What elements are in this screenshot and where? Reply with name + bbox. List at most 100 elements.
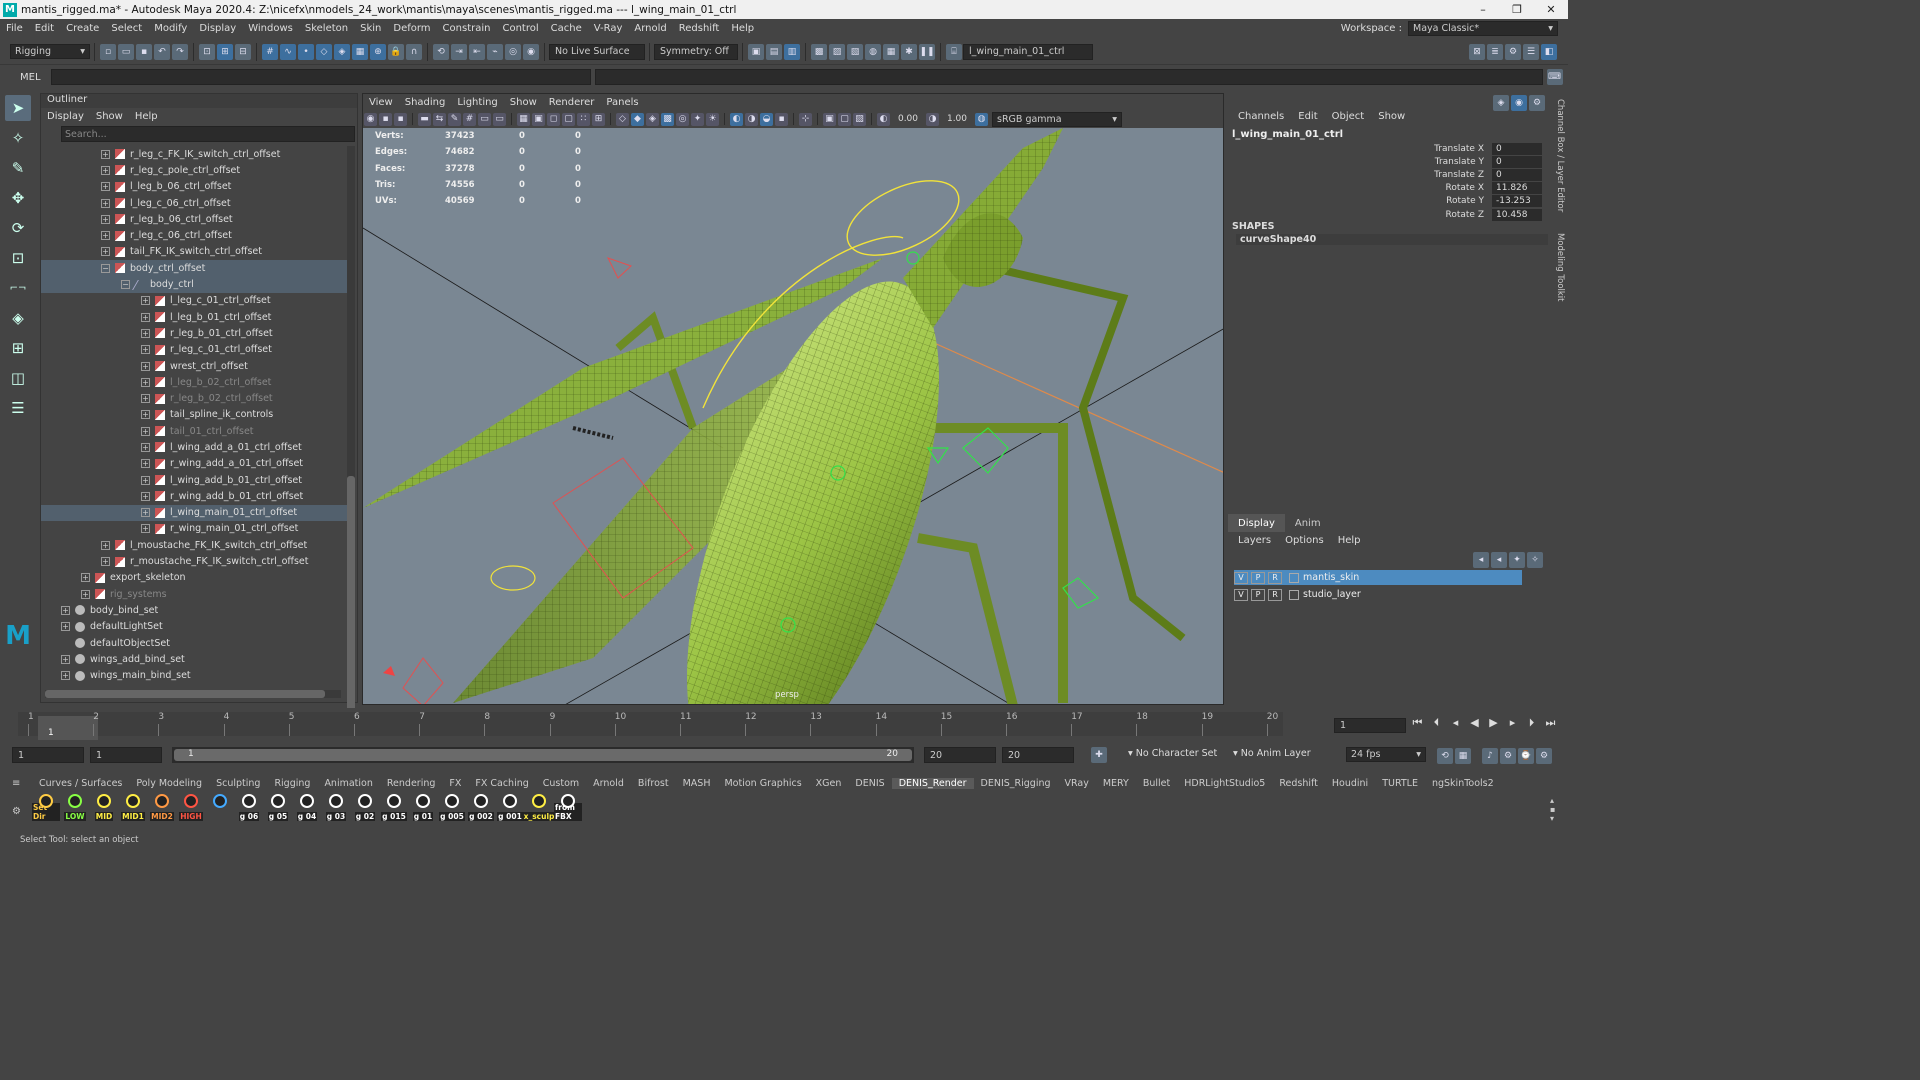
expand-icon[interactable]: + [141, 394, 150, 404]
display-layer-row[interactable]: V P Rstudio_layer [1234, 587, 1522, 602]
playback-start-field[interactable]: 1 [90, 747, 162, 763]
outliner-row[interactable]: + wings_main_bind_set [41, 668, 347, 684]
settings-icon[interactable]: ⚙ [1529, 95, 1545, 111]
viewport-menu-lighting[interactable]: Lighting [457, 97, 497, 108]
undo-icon[interactable]: ↶ [154, 43, 170, 60]
collapse-icon[interactable]: − [121, 280, 130, 290]
use-lights-icon[interactable]: ☀ [706, 112, 719, 126]
smooth-shade-icon[interactable]: ▣ [532, 112, 545, 126]
animation-end-field[interactable]: 20 [1002, 747, 1074, 763]
channel-attr-name[interactable]: Translate Y [1232, 157, 1492, 167]
outliner-row[interactable]: + r_moustache_FK_IK_switch_ctrl_offset [41, 553, 347, 569]
expand-icon[interactable]: + [61, 622, 70, 632]
outliner-row[interactable]: + r_leg_c_FK_IK_switch_ctrl_offset [41, 146, 347, 162]
input-field-icon[interactable]: ⌸ [946, 43, 962, 60]
expand-icon[interactable]: + [141, 328, 150, 338]
shelf-button[interactable]: g 06 [235, 793, 263, 821]
channel-attr-name[interactable]: Rotate Z [1232, 210, 1492, 220]
layer-menu-layers[interactable]: Layers [1238, 535, 1271, 546]
channel-menu-show[interactable]: Show [1378, 111, 1405, 122]
viewport-panel[interactable]: View Shading Lighting Show Renderer Panels ◉ … [362, 93, 1224, 705]
gamma-field[interactable]: 1.00 [940, 114, 974, 124]
expand-icon[interactable]: + [101, 214, 110, 224]
outliner-row[interactable]: + r_wing_add_a_01_ctrl_offset [41, 456, 347, 472]
tool-settings-icon[interactable]: ⚙ [1505, 43, 1521, 60]
shelf-tab[interactable]: Rigging [267, 778, 317, 789]
shelf-tab[interactable]: MERY [1096, 778, 1136, 789]
new-layer-selected-icon[interactable]: ✧ [1527, 552, 1543, 568]
shelf-button[interactable]: g 05 [264, 793, 292, 821]
channel-attr-row[interactable]: Rotate Y -13.253 [1232, 195, 1550, 208]
outliner-row[interactable]: + r_leg_c_pole_ctrl_offset [41, 162, 347, 178]
expand-icon[interactable]: + [141, 442, 150, 452]
ipr-render-icon[interactable]: ◉ [523, 43, 539, 60]
shelf-button[interactable]: HIGH [177, 793, 205, 821]
expand-icon[interactable]: + [101, 182, 110, 192]
shelf-tab[interactable]: Animation [317, 778, 379, 789]
snap-point-icon[interactable]: • [298, 43, 314, 60]
play-backwards-icon[interactable]: ◀ [1465, 716, 1484, 730]
channel-box-icon[interactable]: ☰ [1523, 43, 1539, 60]
layer-v-toggle[interactable]: V [1234, 588, 1248, 601]
wireframe-icon[interactable]: ▦ [517, 112, 530, 126]
two-d-pan-icon[interactable]: ⇆ [433, 112, 446, 126]
shelf-menu-icon[interactable]: ≡ [12, 778, 20, 789]
snap-view-icon[interactable]: ◇ [316, 43, 332, 60]
expand-icon[interactable]: + [141, 508, 150, 518]
bookmark-icon[interactable]: ▪ [394, 112, 407, 126]
animation-start-field[interactable]: 1 [12, 747, 84, 763]
shelf-tab[interactable]: DENIS [848, 778, 891, 789]
construction-history-icon[interactable]: ⌁ [487, 43, 503, 60]
current-frame-marker[interactable]: 1 [38, 716, 98, 740]
menu-deform[interactable]: Deform [387, 23, 436, 34]
pause-icon[interactable]: ❚❚ [919, 43, 935, 60]
menu-constrain[interactable]: Constrain [437, 23, 497, 34]
outliner-row[interactable]: + r_leg_b_06_ctrl_offset [41, 211, 347, 227]
expand-icon[interactable]: + [141, 410, 150, 420]
isolate-select-icon[interactable]: ⊹ [799, 112, 812, 126]
shelf-tab[interactable]: VRay [1058, 778, 1096, 789]
shelf-scroll-icon[interactable]: ▴ ▪ ▾ [1550, 796, 1555, 823]
shelf-button[interactable]: LOW [61, 793, 89, 821]
channel-attr-row[interactable]: Rotate Z 10.458 [1232, 208, 1550, 221]
wire-on-shaded-icon[interactable]: ▩ [661, 112, 674, 126]
shelf-button[interactable]: g 03 [322, 793, 350, 821]
anim-layer-dropdown[interactable]: ▾ No Anim Layer [1233, 748, 1333, 759]
layer-r-toggle[interactable]: R [1268, 571, 1282, 584]
layer-p-toggle[interactable]: P [1251, 571, 1265, 584]
channel-attr-row[interactable]: Translate Z0 [1232, 168, 1550, 181]
modeling-toolkit-icon[interactable]: ⊠ [1469, 43, 1485, 60]
layer-menu-help[interactable]: Help [1338, 535, 1361, 546]
outliner-row[interactable]: + r_leg_c_01_ctrl_offset [41, 342, 347, 358]
viewport-menu-panels[interactable]: Panels [606, 97, 638, 108]
menuset-dropdown[interactable]: Rigging ▾ [10, 44, 90, 59]
cube-icon[interactable]: ◇ [616, 112, 629, 126]
layer-p-toggle[interactable]: P [1251, 588, 1265, 601]
menu-help[interactable]: Help [725, 23, 760, 34]
modeling-toolkit-tab[interactable]: Modeling Toolkit [1555, 233, 1565, 302]
select-tool-icon[interactable]: ➤ [5, 95, 31, 121]
menu-create[interactable]: Create [60, 23, 105, 34]
expand-icon[interactable]: + [61, 605, 70, 615]
bounding-box-icon[interactable]: ▢ [562, 112, 575, 126]
step-back-frame-icon[interactable]: ◂ [1446, 716, 1465, 730]
layer-tab-display[interactable]: Display [1228, 514, 1285, 532]
layer-color-swatch[interactable] [1289, 572, 1299, 583]
viewport-menu-renderer[interactable]: Renderer [549, 97, 595, 108]
channel-box-tab[interactable]: Channel Box / Layer Editor [1555, 99, 1565, 212]
outliner-hscrollbar[interactable] [45, 690, 341, 698]
menu-modify[interactable]: Modify [148, 23, 193, 34]
outliner-row[interactable]: + tail_spline_ik_controls [41, 407, 347, 423]
render-setup-icon[interactable]: ▦ [883, 43, 899, 60]
camera-attrs-icon[interactable]: ▪ [379, 112, 392, 126]
channel-attr-value[interactable]: 11.826 [1492, 182, 1542, 195]
channel-attr-value[interactable]: 10.458 [1492, 208, 1542, 221]
menu-vray[interactable]: V-Ray [588, 23, 629, 34]
ambient-occlusion-icon[interactable]: ◑ [745, 112, 758, 126]
shelf-button[interactable]: g 01 [409, 793, 437, 821]
wireframe-on-shaded-icon[interactable]: ⊞ [592, 112, 605, 126]
layer-tab-anim[interactable]: Anim [1285, 518, 1331, 529]
channel-attr-name[interactable]: Rotate X [1232, 183, 1492, 193]
viewport-menu-shading[interactable]: Shading [405, 97, 446, 108]
history-icon[interactable]: ⟲ [433, 43, 449, 60]
